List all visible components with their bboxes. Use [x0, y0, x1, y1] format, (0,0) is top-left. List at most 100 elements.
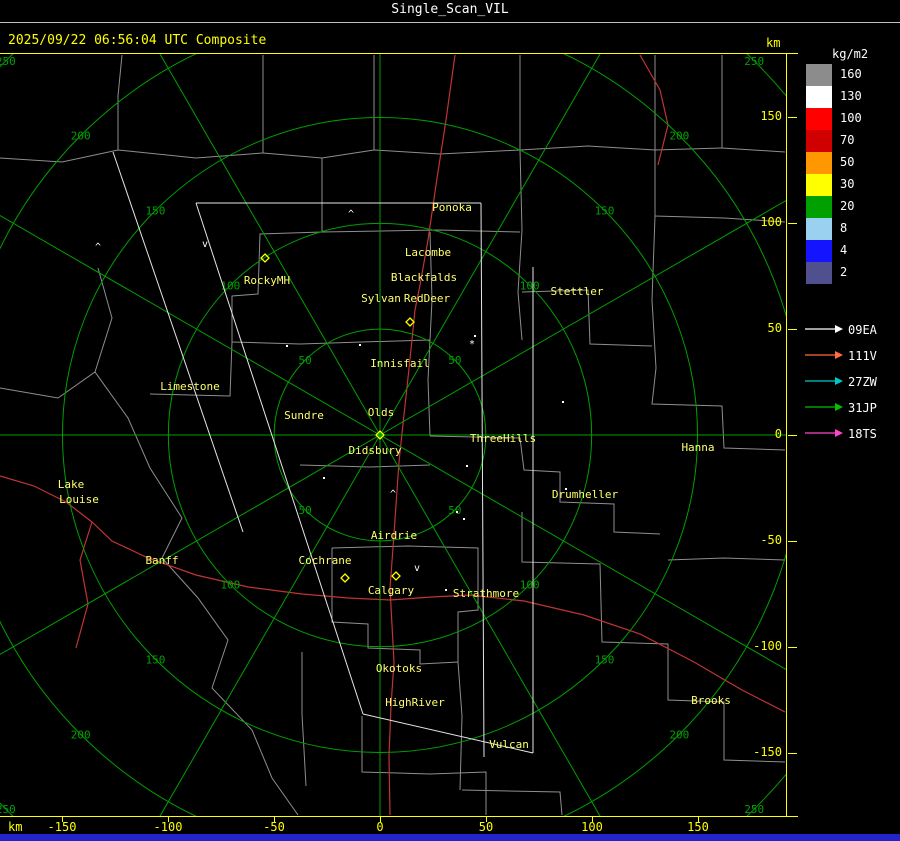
county-boundary	[519, 145, 656, 151]
city-label: Hanna	[681, 441, 714, 454]
radar-legend-item: 18TS	[804, 422, 900, 448]
range-ring-label: 200	[669, 130, 689, 143]
highway-line	[75, 521, 93, 649]
radar-site-id-label: 27ZW	[848, 375, 877, 389]
county-boundary	[321, 229, 521, 233]
colorbar-entry: 130	[806, 86, 896, 108]
range-ring-label: 150	[146, 654, 166, 667]
city-label: Ponoka	[432, 201, 472, 214]
range-ring-label: 50	[448, 504, 461, 517]
y-tick-label: 0	[774, 427, 782, 441]
radar-legend-item: 111V	[804, 344, 900, 370]
county-boundary	[94, 267, 113, 373]
y-tick-mark	[788, 753, 797, 754]
map-frame-right	[786, 53, 787, 817]
county-boundary	[0, 371, 299, 816]
colorbar-swatch	[806, 108, 832, 130]
range-ring-label: 250	[0, 803, 16, 816]
x-axis-unit-label: km	[8, 820, 23, 834]
city-diamond-marker	[340, 573, 350, 583]
colorbar-swatch	[806, 64, 832, 86]
city-label: Stettler	[551, 285, 604, 298]
city-label: Louise	[59, 493, 99, 506]
colorbar-swatch	[806, 196, 832, 218]
colorbar-value-label: 4	[840, 243, 848, 257]
colorbar-entry: 2	[806, 262, 896, 284]
radar-site-legend: 09EA 111V 27ZW 31JP 18TS	[804, 318, 900, 448]
coverage-boundary-layer	[112, 151, 534, 758]
city-label: Okotoks	[376, 662, 422, 675]
x-tick-label: -50	[263, 820, 285, 834]
x-tick-mark	[168, 817, 169, 822]
bottom-taskbar-strip	[0, 834, 900, 841]
county-boundary	[457, 661, 463, 791]
range-ring-label: 100	[520, 279, 540, 292]
y-tick-mark	[788, 117, 797, 118]
radar-arrow-icon	[805, 403, 843, 411]
colorbar-value-label: 50	[840, 155, 855, 169]
radar-site-id-label: 09EA	[848, 323, 877, 337]
range-ring-label: 200	[71, 728, 91, 741]
city-label: Lacombe	[405, 246, 451, 259]
city-label: Blackfalds	[391, 271, 457, 284]
city-label: Brooks	[691, 694, 731, 707]
county-boundary	[262, 149, 375, 159]
county-boundary	[361, 716, 487, 815]
asterisk-marker: *	[469, 339, 475, 350]
city-diamond-marker	[405, 317, 415, 327]
highway-line	[639, 54, 669, 166]
city-label: HighRiver	[385, 696, 445, 709]
y-tick-label: 150	[760, 109, 782, 123]
radar-arrow-icon	[805, 351, 843, 359]
range-ring-label: 250	[0, 55, 16, 68]
county-boundary	[521, 512, 786, 763]
x-tick-label: 150	[687, 820, 709, 834]
coverage-boundary	[480, 202, 485, 758]
county-boundary	[231, 339, 431, 345]
range-ring-label: 50	[448, 354, 461, 367]
city-label: Innisfail	[370, 357, 430, 370]
colorbar-unit-label: kg/m2	[832, 47, 869, 61]
range-ring-label: 200	[669, 728, 689, 741]
town-point-marker	[466, 465, 468, 467]
map-frame-bottom	[0, 816, 798, 817]
y-tick-mark	[788, 541, 797, 542]
city-label: Calgary	[368, 584, 415, 597]
city-label: RedDeer	[404, 292, 451, 305]
radar-legend-item: 09EA	[804, 318, 900, 344]
x-tick-mark	[592, 817, 593, 822]
city-label: Airdrie	[371, 529, 417, 542]
x-tick-label: 50	[478, 820, 494, 834]
town-point-marker	[445, 589, 447, 591]
radar-arrow-icon	[805, 325, 843, 333]
x-tick-label: 100	[581, 820, 603, 834]
colorbar-swatch	[806, 174, 832, 196]
county-boundary	[461, 789, 563, 816]
colorbar-value-label: 70	[840, 133, 855, 147]
colorbar-value-label: 100	[840, 111, 862, 125]
city-label: ThreeHills	[470, 432, 536, 445]
range-ring-label: 50	[299, 354, 312, 367]
title-separator	[0, 22, 900, 23]
town-point-marker	[323, 477, 325, 479]
town-point-marker	[474, 335, 476, 337]
county-boundary	[667, 557, 786, 561]
x-tick-label: -100	[153, 820, 183, 834]
town-point-marker	[562, 401, 564, 403]
colorbar-entry: 20	[806, 196, 896, 218]
radar-map-canvas[interactable]: 50 50 50 50 100 100 100 100 150 150 150 150 200 200 20…	[0, 54, 786, 817]
colorbar-entry: 8	[806, 218, 896, 240]
colorbar-value-label: 30	[840, 177, 855, 191]
town-point-marker	[463, 518, 465, 520]
range-ring-label: 150	[595, 654, 615, 667]
y-tick-label: -150	[753, 745, 782, 759]
y-tick-label: 50	[767, 321, 782, 335]
colorbar-value-label: 130	[840, 89, 862, 103]
colorbar-entry: 30	[806, 174, 896, 196]
county-boundary	[721, 55, 786, 153]
colorbar-entry: 4	[806, 240, 896, 262]
county-boundary	[654, 150, 786, 223]
county-boundary	[0, 149, 264, 163]
window-title: Single_Scan_VIL	[391, 2, 509, 17]
caret-up-marker: ^	[95, 242, 101, 253]
